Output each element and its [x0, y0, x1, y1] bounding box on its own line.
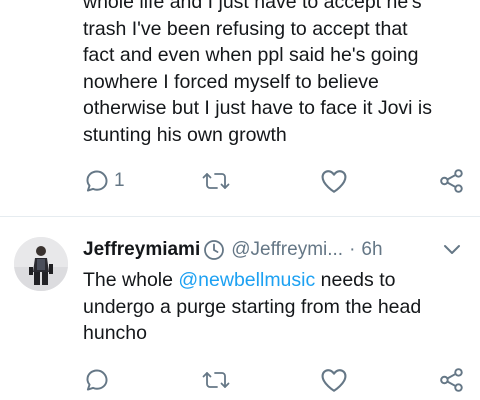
- avatar[interactable]: [14, 237, 68, 291]
- reply-count: 1: [114, 170, 125, 191]
- user-handle[interactable]: @Jeffreymi...: [231, 239, 343, 261]
- timeline: whole life and I just have to accept he'…: [0, 0, 480, 400]
- tweet-actions: [0, 365, 480, 395]
- mention-link[interactable]: @newbellmusic: [178, 269, 315, 291]
- tweet-menu-button[interactable]: [441, 240, 463, 262]
- like-icon: [320, 168, 348, 194]
- tweet-line: nowhere I forced myself to believe: [83, 70, 379, 93]
- reply-icon: [84, 168, 110, 194]
- tweet-divider: [0, 216, 480, 217]
- share-button[interactable]: [439, 365, 465, 395]
- tweet-timestamp[interactable]: 6h: [361, 239, 382, 261]
- reply-button[interactable]: [84, 365, 110, 395]
- chevron-down-icon: [442, 242, 462, 261]
- tweet-text-segment: The whole: [83, 269, 179, 291]
- tweet-body: whole life and I just have to accept he'…: [83, 0, 432, 148]
- reply-button[interactable]: 1: [84, 166, 125, 196]
- retweet-button[interactable]: [202, 166, 230, 196]
- tweet-line: The whole @newbellmusic needs to: [83, 267, 421, 294]
- retweet-icon: [202, 168, 230, 194]
- clock-icon: [203, 239, 225, 261]
- share-button[interactable]: [439, 166, 465, 196]
- tweet-header: Jeffreymiami @Jeffreymi... · 6h: [83, 236, 383, 264]
- tweet-line: whole life and I just have to accept he'…: [83, 0, 422, 13]
- retweet-icon: [202, 367, 230, 393]
- tweet-line: undergo a purge starting from the head: [83, 295, 422, 318]
- tweet-line: stunting his own growth: [83, 123, 287, 146]
- like-icon: [320, 367, 348, 393]
- share-icon: [439, 367, 465, 393]
- tweet-body: The whole @newbellmusic needs to undergo…: [83, 267, 421, 347]
- tweet-line: trash I've been refusing to accept that: [83, 17, 408, 40]
- tweet-line: huncho: [83, 322, 147, 344]
- tweet-line: fact and even when ppl said he's going: [83, 44, 419, 66]
- share-icon: [439, 168, 465, 194]
- like-button[interactable]: [320, 166, 348, 196]
- like-button[interactable]: [320, 365, 348, 395]
- display-name[interactable]: Jeffreymiami: [83, 239, 200, 261]
- tweet-actions: 1: [0, 166, 480, 196]
- separator-dot: ·: [349, 239, 356, 260]
- retweet-button[interactable]: [202, 365, 230, 395]
- tweet-line: otherwise but I just have to face it Jov…: [83, 97, 433, 119]
- tweet-text-segment: needs to: [315, 269, 396, 291]
- reply-icon: [84, 367, 110, 393]
